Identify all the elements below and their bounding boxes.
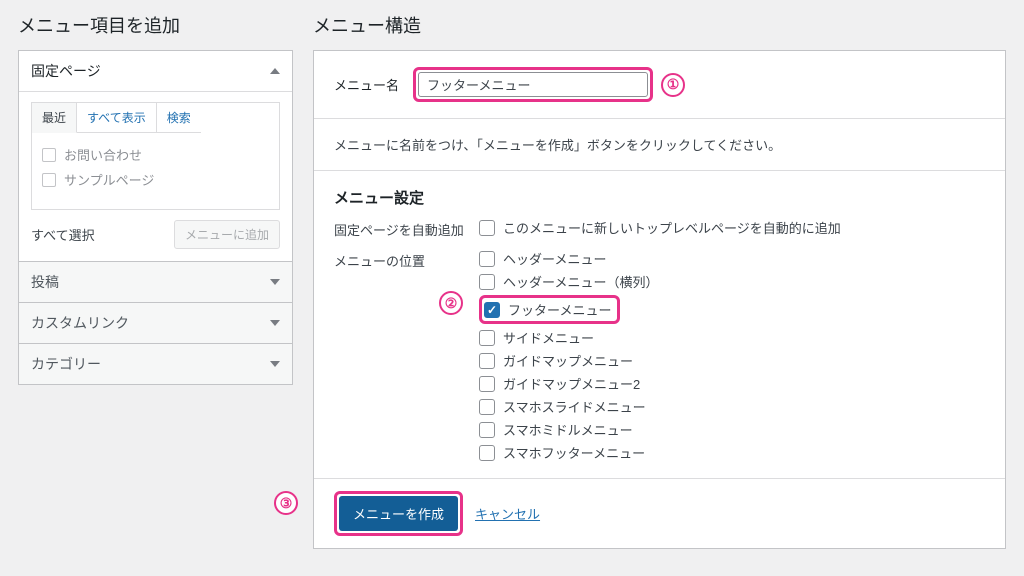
metabox-posts-toggle[interactable]: 投稿 [19,262,292,302]
metabox-categories-toggle[interactable]: カテゴリー [19,344,292,384]
checkbox-icon[interactable] [479,220,495,236]
page-item-label: お問い合わせ [64,145,142,164]
add-to-menu-button[interactable]: メニューに追加 [174,220,280,249]
auto-add-option-label: このメニューに新しいトップレベルページを自動的に追加 [503,218,841,237]
metabox-pages: 固定ページ 最近 すべて表示 検索 お問い合わせ サンプルページ [18,50,293,262]
checkbox-icon[interactable] [479,330,495,346]
highlight-create-button: メニューを作成 [334,491,463,536]
add-items-heading: メニュー項目を追加 [18,12,293,38]
instruction-text: メニューに名前をつけ、「メニューを作成」ボタンをクリックしてください。 [334,135,985,154]
location-option[interactable]: ヘッダーメニュー（横列） [479,272,985,291]
tab-recent[interactable]: 最近 [32,103,77,133]
tab-all[interactable]: すべて表示 [77,103,157,133]
location-label: スマホミドルメニュー [503,420,633,439]
location-label: ガイドマップメニュー2 [503,374,640,393]
location-option[interactable]: ②フッターメニュー [479,295,985,324]
chevron-down-icon [270,320,280,326]
location-option[interactable]: ガイドマップメニュー2 [479,374,985,393]
create-menu-button[interactable]: メニューを作成 [339,496,458,531]
menu-structure-heading: メニュー構造 [313,12,1006,38]
chevron-down-icon [270,279,280,285]
checkbox-icon[interactable] [479,376,495,392]
highlight-menu-name [413,67,653,102]
location-label: サイドメニュー [503,328,594,347]
page-item[interactable]: お問い合わせ [42,145,269,164]
location-label: ヘッダーメニュー（横列） [503,272,658,291]
metabox-posts: 投稿 [18,261,293,303]
metabox-categories-title: カテゴリー [31,354,101,374]
checkbox-icon[interactable] [42,148,56,162]
location-label: ヘッダーメニュー [503,249,606,268]
auto-add-label: 固定ページを自動追加 [334,218,479,239]
metabox-pages-toggle[interactable]: 固定ページ [19,51,292,91]
location-option[interactable]: スマホフッターメニュー [479,443,985,462]
pages-tabs: 最近 すべて表示 検索 [31,102,280,133]
checkbox-icon[interactable] [42,173,56,187]
callout-1-icon: ① [661,73,685,97]
location-label: スマホフッターメニュー [503,443,645,462]
metabox-custom-links-toggle[interactable]: カスタムリンク [19,303,292,343]
checkbox-icon[interactable] [484,302,500,318]
location-option[interactable]: サイドメニュー [479,328,985,347]
metabox-pages-title: 固定ページ [31,61,101,81]
callout-2-icon: ② [439,291,463,315]
menu-panel: メニュー名 ① メニューに名前をつけ、「メニューを作成」ボタンをクリックしてくだ… [313,50,1006,549]
location-label: フッターメニュー [508,300,611,319]
metabox-custom-links: カスタムリンク [18,302,293,344]
menu-locations-list: ヘッダーメニューヘッダーメニュー（横列） ②フッターメニューサイドメニューガイドマ… [479,249,985,462]
callout-3-icon: ③ [274,491,298,515]
chevron-down-icon [270,361,280,367]
page-item-label: サンプルページ [64,170,154,189]
checkbox-icon[interactable] [479,251,495,267]
location-option[interactable]: スマホスライドメニュー [479,397,985,416]
checkbox-icon[interactable] [479,399,495,415]
checkbox-icon[interactable] [479,422,495,438]
metabox-custom-links-title: カスタムリンク [31,313,129,333]
page-item[interactable]: サンプルページ [42,170,269,189]
location-label: ガイドマップメニュー [503,351,633,370]
checkbox-icon[interactable] [479,274,495,290]
pages-list: お問い合わせ サンプルページ [31,133,280,210]
location-option[interactable]: ヘッダーメニュー [479,249,985,268]
metabox-categories: カテゴリー [18,343,293,385]
menu-location-label: メニューの位置 [334,249,479,270]
cancel-link[interactable]: キャンセル [475,504,540,523]
checkbox-icon[interactable] [479,353,495,369]
metabox-posts-title: 投稿 [31,272,59,292]
chevron-up-icon [270,68,280,74]
tab-search[interactable]: 検索 [157,103,201,133]
menu-settings-heading: メニュー設定 [334,187,985,208]
menu-name-label: メニュー名 [334,75,399,94]
location-label: スマホスライドメニュー [503,397,646,416]
checkbox-icon[interactable] [479,445,495,461]
location-option[interactable]: ガイドマップメニュー [479,351,985,370]
menu-name-input[interactable] [418,72,648,97]
location-option[interactable]: スマホミドルメニュー [479,420,985,439]
select-all-link[interactable]: すべて選択 [31,225,95,244]
highlight-location: フッターメニュー [479,295,620,324]
auto-add-option[interactable]: このメニューに新しいトップレベルページを自動的に追加 [479,218,985,237]
